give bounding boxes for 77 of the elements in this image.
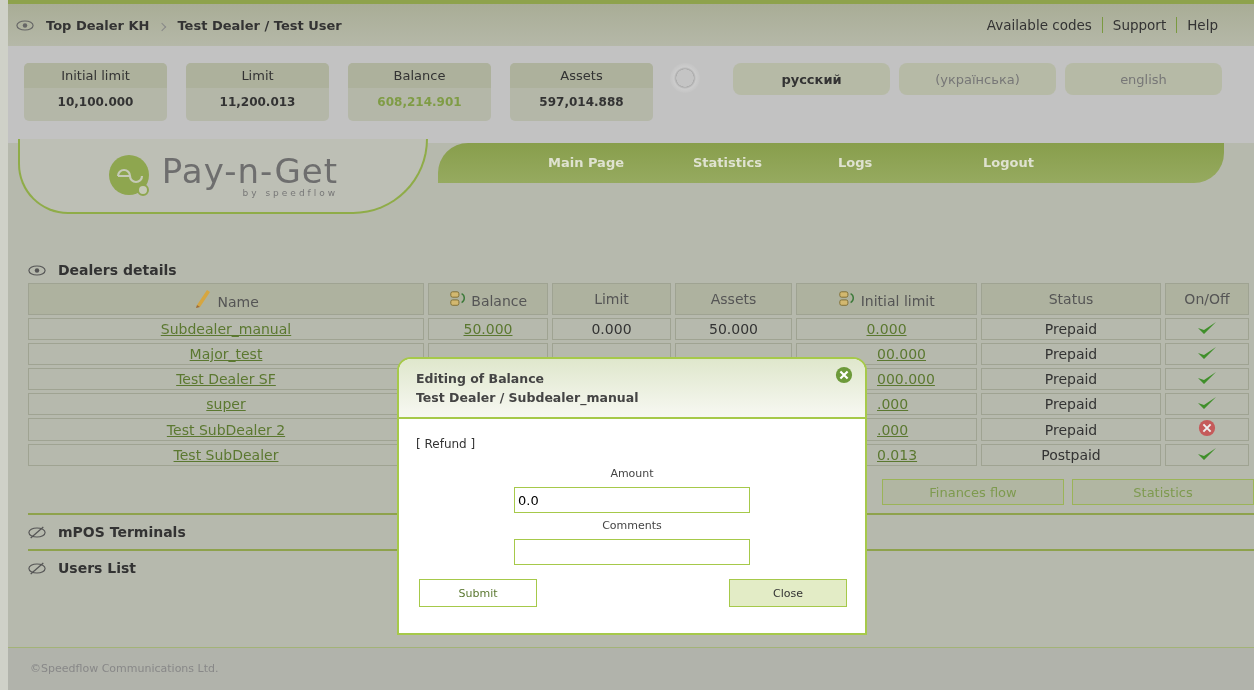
field-label: Comments <box>602 519 662 532</box>
logo-tagline: by speedflow <box>242 187 339 198</box>
column-header[interactable]: Status <box>981 283 1161 315</box>
stat-label: Limit <box>186 63 329 88</box>
input-field[interactable]: 0.0 <box>514 487 750 513</box>
breadcrumb-item[interactable]: Test Dealer / Test User <box>177 17 342 33</box>
dealer-link[interactable]: Test SubDealer <box>173 447 279 463</box>
limit-value: 0.000 <box>591 321 632 337</box>
initial-limit-link[interactable]: 0.000 <box>866 321 907 337</box>
status-value: Prepaid <box>1044 371 1098 387</box>
hidden-eye-icon[interactable] <box>28 561 46 575</box>
section-title[interactable]: mPOS Terminals <box>58 524 186 540</box>
status-value: Prepaid <box>1044 321 1098 337</box>
stat-label: Balance <box>348 63 491 88</box>
hidden-eye-icon[interactable] <box>28 525 46 539</box>
check-icon[interactable] <box>1197 445 1217 462</box>
status-value: Prepaid <box>1044 396 1098 412</box>
header-link[interactable]: Support <box>1112 17 1167 33</box>
nav-link[interactable]: Statistics <box>693 155 838 170</box>
input-field[interactable] <box>514 539 750 565</box>
logo-icon <box>107 153 152 198</box>
status-value: Prepaid <box>1044 346 1098 362</box>
stack-arrows-icon <box>838 289 857 308</box>
status-value: Postpaid <box>1041 447 1101 463</box>
stat-value: 608,214.901 <box>376 94 463 111</box>
logo-wordmark: Pay-n-Get <box>161 153 339 188</box>
action-button[interactable]: Finances flow <box>882 479 1064 505</box>
column-header[interactable]: Name <box>28 283 424 315</box>
initial-limit-link[interactable]: .000 <box>877 421 909 438</box>
close-icon[interactable] <box>835 366 853 384</box>
stat-value: 597,014.888 <box>538 94 625 111</box>
cross-circle-icon[interactable] <box>1198 419 1216 437</box>
language-button[interactable]: русский <box>733 63 890 95</box>
close-button[interactable]: Close <box>729 579 847 607</box>
language-button[interactable]: english <box>1065 63 1222 95</box>
dialog-subtitle: Test Dealer / Subdealer_manual <box>416 389 640 407</box>
column-header[interactable]: On/Off <box>1165 283 1249 315</box>
initial-limit-link[interactable]: 0.013 <box>877 447 918 463</box>
mode-label: [ Refund ] <box>416 437 476 451</box>
dealer-link[interactable]: super <box>206 396 246 412</box>
assets-value: 50.000 <box>709 321 758 337</box>
dealer-link[interactable]: Subdealer_manual <box>160 321 292 337</box>
column-header[interactable]: Assets <box>675 283 792 315</box>
breadcrumb-item[interactable]: Top Dealer KH <box>46 17 150 33</box>
stat-label: Assets <box>510 63 653 88</box>
dealer-link[interactable]: Test SubDealer 2 <box>166 421 286 438</box>
section-title[interactable]: Dealers details <box>58 262 177 278</box>
dealer-link[interactable]: Test Dealer SF <box>176 371 276 387</box>
dialog-title: Editing of Balance <box>416 370 546 388</box>
round-toggle-icon[interactable] <box>670 63 700 93</box>
check-icon[interactable] <box>1197 394 1217 411</box>
section-title[interactable]: Users List <box>58 560 137 576</box>
column-header[interactable]: Balance <box>428 283 548 315</box>
initial-limit-link[interactable]: .000 <box>877 396 909 412</box>
header-link[interactable]: Help <box>1187 17 1218 33</box>
field-label: Amount <box>610 467 654 480</box>
nav-link[interactable]: Logout <box>983 155 1128 170</box>
dealer-link[interactable]: Major_test <box>189 346 263 362</box>
stat-label: Initial limit <box>24 63 167 88</box>
nav-link[interactable]: Logs <box>838 155 983 170</box>
column-header[interactable]: Initial limit <box>796 283 977 315</box>
nav-link[interactable]: Main Page <box>548 155 693 170</box>
language-button[interactable]: (українська) <box>899 63 1056 95</box>
status-value: Prepaid <box>1044 421 1098 438</box>
submit-button[interactable]: Submit <box>419 579 537 607</box>
header-link[interactable]: Available codes <box>986 17 1092 33</box>
check-icon[interactable] <box>1197 319 1217 336</box>
initial-limit-link[interactable]: 00.000 <box>877 346 926 362</box>
check-icon[interactable] <box>1197 369 1217 386</box>
stack-arrows-icon <box>448 289 467 308</box>
eye-icon <box>16 19 34 31</box>
stat-value: 10,100.000 <box>56 94 135 111</box>
action-button[interactable]: Statistics <box>1072 479 1254 505</box>
column-header[interactable]: Limit <box>552 283 671 315</box>
check-icon[interactable] <box>1197 344 1217 361</box>
stat-value: 11,200.013 <box>218 94 297 111</box>
eye-icon[interactable] <box>28 264 46 276</box>
